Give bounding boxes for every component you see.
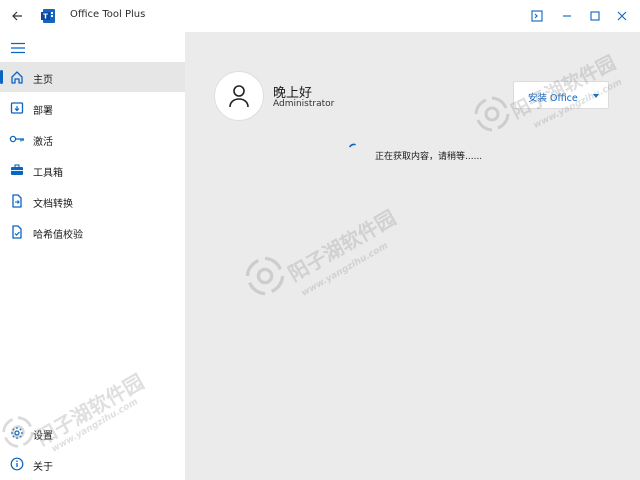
window-title: Office Tool Plus [70,9,146,20]
loading-text: 正在获取内容，请稍等...... [375,152,483,162]
avatar [214,71,264,121]
sidebar-item-label: 工具箱 [33,168,63,179]
sidebar-item-home[interactable]: 主页 [0,62,185,92]
sidebar-item-toolbox[interactable]: 工具箱 [0,155,185,185]
sidebar-item-deploy[interactable]: 部署 [0,93,185,123]
terminal-icon [531,10,543,22]
title-bar: T Office Tool Plus [0,0,640,32]
user-icon [229,85,249,108]
back-button[interactable] [8,7,26,25]
minimize-icon [563,15,571,17]
close-icon [617,11,627,21]
arrow-left-icon [12,11,22,21]
watermark-logo-icon [2,416,34,448]
maximize-button[interactable] [585,6,605,26]
toolbox-icon [9,162,25,178]
menu-toggle-button[interactable] [10,40,26,56]
sidebar-item-hash-check[interactable]: 哈希值校验 [0,217,185,247]
sidebar-item-label: 部署 [33,106,53,117]
key-icon [9,131,25,147]
minimize-button[interactable] [557,6,577,26]
svg-text:T: T [43,13,48,21]
document-convert-icon [9,193,25,209]
sidebar-item-label: 哈希值校验 [33,230,83,241]
hamburger-icon [11,42,25,54]
sidebar-item-label: 主页 [33,75,53,86]
document-check-icon [9,224,25,240]
sidebar-item-document-convert[interactable]: 文档转换 [0,186,185,216]
loading-spinner-icon [349,143,356,148]
username-text: Administrator [273,99,335,109]
info-icon [9,456,25,472]
sidebar-item-label: 文档转换 [33,199,73,210]
deploy-icon [9,100,25,116]
sidebar-item-label: 激活 [33,137,53,148]
sidebar-item-about[interactable]: 关于 [0,449,185,479]
watermark-logo-icon [245,256,285,296]
app-logo-icon: T [40,7,58,25]
sidebar-item-activate[interactable]: 激活 [0,124,185,154]
sidebar-item-label: 关于 [33,462,53,473]
home-icon [9,69,25,85]
close-button[interactable] [612,6,632,26]
maximize-icon [590,11,600,21]
terminal-button[interactable] [527,6,547,26]
